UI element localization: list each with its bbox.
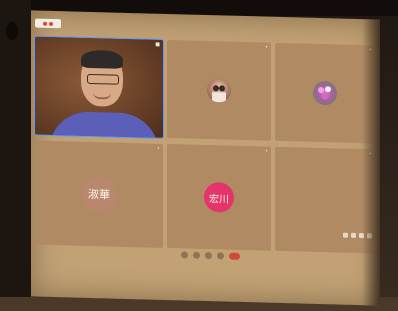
avatar bbox=[313, 80, 337, 106]
speaker-icon bbox=[6, 22, 18, 40]
participant-tile-initials[interactable]: 淑華 • bbox=[35, 140, 163, 248]
more-icon[interactable] bbox=[217, 252, 224, 260]
projected-screen: ■ • • bbox=[31, 10, 380, 306]
glasses bbox=[87, 73, 119, 85]
video-feed bbox=[35, 36, 163, 138]
share-icon[interactable] bbox=[205, 251, 212, 260]
avatar-initials: 宏川 bbox=[204, 181, 234, 213]
person-hair bbox=[81, 49, 123, 69]
grid-view-icon[interactable] bbox=[343, 232, 348, 238]
mic-icon[interactable] bbox=[181, 251, 188, 259]
more-icon[interactable]: • bbox=[265, 45, 268, 51]
avatar bbox=[207, 78, 231, 103]
participant-grid: ■ • • bbox=[34, 35, 375, 272]
pin-icon[interactable]: ■ bbox=[155, 42, 160, 48]
avatar-initials: 淑華 bbox=[81, 175, 117, 213]
participant-tile-photo[interactable]: • bbox=[275, 42, 375, 144]
recording-badge bbox=[35, 18, 61, 29]
more-icon[interactable]: • bbox=[265, 149, 268, 155]
person-body bbox=[49, 110, 159, 138]
more-icon[interactable]: • bbox=[157, 146, 160, 152]
call-toolbar bbox=[181, 251, 240, 260]
people-icon[interactable] bbox=[351, 232, 356, 238]
participant-tile-initials[interactable]: 宏川 • bbox=[167, 143, 271, 251]
leave-icon[interactable] bbox=[229, 252, 240, 260]
screen-edge-shadow bbox=[362, 19, 380, 306]
recording-dot-icon bbox=[43, 21, 47, 26]
participant-tile-video[interactable]: ■ bbox=[34, 35, 164, 139]
wall-left bbox=[0, 0, 31, 311]
recording-dot-icon bbox=[49, 21, 53, 26]
camera-icon[interactable] bbox=[193, 251, 200, 259]
participant-tile-photo[interactable]: • bbox=[167, 39, 271, 141]
